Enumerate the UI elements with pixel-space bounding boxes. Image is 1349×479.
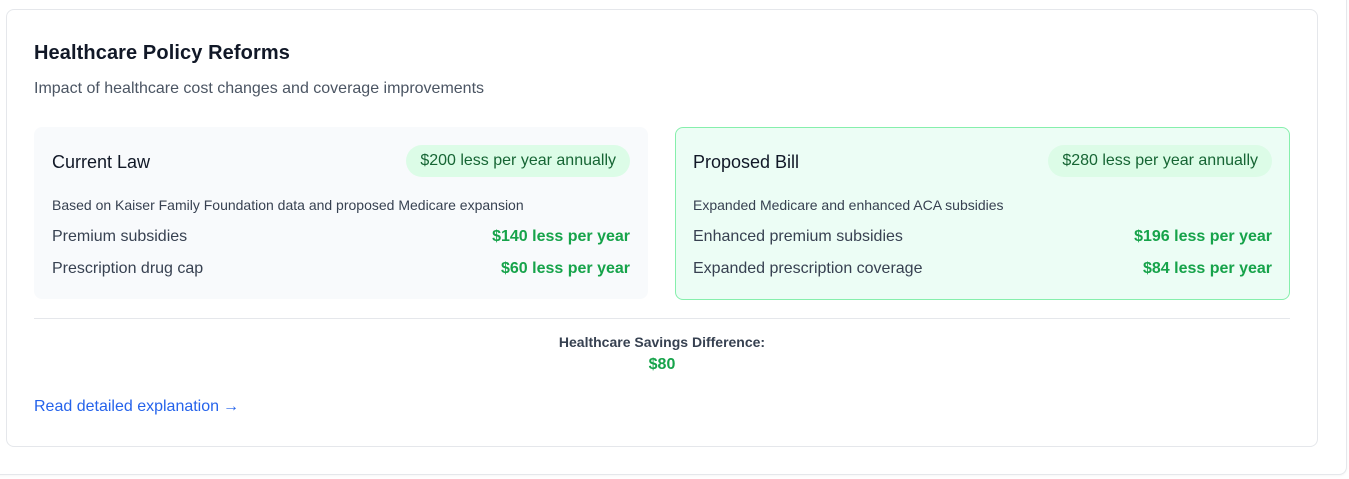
row-label: Expanded prescription coverage (693, 260, 923, 277)
divider (34, 318, 1290, 319)
current-law-title: Current Law (52, 152, 151, 172)
savings-difference-value: $80 (648, 356, 676, 373)
row-label: Enhanced premium subsidies (693, 228, 903, 245)
read-explanation-link[interactable]: Read detailed explanation → (34, 398, 239, 416)
card-subtitle: Impact of healthcare cost changes and co… (34, 80, 485, 97)
link-text: Read detailed explanation (34, 398, 220, 415)
row-value: $196 less per year (1134, 228, 1272, 245)
current-law-panel: Current Law $200 less per year annually … (34, 127, 648, 299)
row-label: Prescription drug cap (52, 260, 204, 277)
card-title: Healthcare Policy Reforms (34, 42, 290, 64)
row-value: $140 less per year (492, 228, 630, 245)
proposed-bill-row: Enhanced premium subsidies $196 less per… (693, 228, 1272, 250)
proposed-bill-row: Expanded prescription coverage $84 less … (693, 260, 1272, 282)
row-value: $60 less per year (501, 260, 630, 277)
arrow-right-icon: → (223, 398, 240, 415)
proposed-bill-title: Proposed Bill (693, 152, 800, 172)
savings-difference-label: Healthcare Savings Difference: (558, 334, 766, 350)
policy-card: Healthcare Policy Reforms Impact of heal… (6, 9, 1318, 447)
current-law-row: Prescription drug cap $60 less per year (52, 260, 630, 282)
current-law-badge: $200 less per year annually (406, 145, 630, 177)
current-law-description: Based on Kaiser Family Foundation data a… (52, 197, 524, 213)
proposed-bill-badge: $280 less per year annually (1048, 145, 1272, 177)
row-value: $84 less per year (1143, 260, 1272, 277)
current-law-row: Premium subsidies $140 less per year (52, 228, 630, 250)
proposed-bill-description: Expanded Medicare and enhanced ACA subsi… (693, 197, 1004, 213)
proposed-bill-panel: Proposed Bill $280 less per year annuall… (675, 127, 1290, 300)
row-label: Premium subsidies (52, 228, 188, 245)
